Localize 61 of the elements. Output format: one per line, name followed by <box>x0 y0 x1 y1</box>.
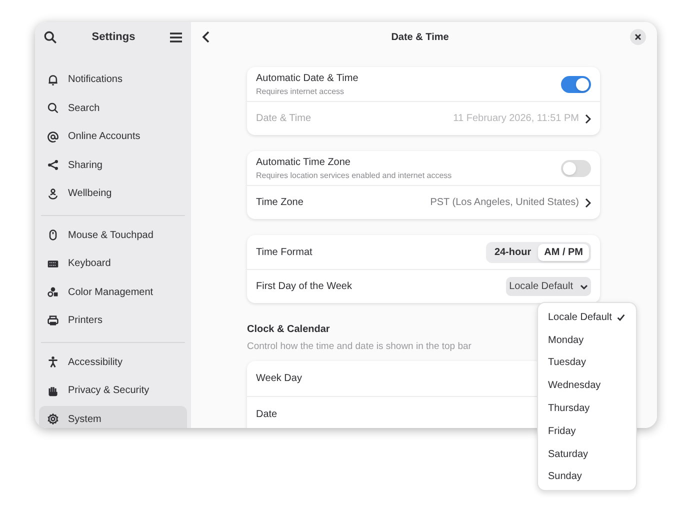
row-value: 11 February 2026, 11:51 PM <box>453 112 579 126</box>
keyboard-icon <box>47 258 59 270</box>
menu-item[interactable]: Wednesday <box>538 374 636 398</box>
menu-icon[interactable] <box>170 32 182 42</box>
dropdown-button[interactable]: Locale Default <box>506 277 591 296</box>
row-label: Date <box>256 408 278 422</box>
row-label: Date & Time <box>256 112 312 126</box>
figure-icon <box>47 188 59 200</box>
toggle-switch[interactable] <box>561 160 591 176</box>
sidebar-item[interactable]: Mouse & Touchpad <box>39 222 187 248</box>
sidebar-item[interactable]: Privacy & Security <box>39 377 187 404</box>
sidebar-item[interactable]: System <box>39 406 187 428</box>
menu-item[interactable]: Friday <box>538 420 636 443</box>
at-sign-icon <box>47 130 59 142</box>
row-label: First Day of the Week <box>256 280 352 294</box>
menu-item[interactable]: Sunday <box>538 466 636 488</box>
menu-item[interactable]: Thursday <box>538 397 636 420</box>
share-icon <box>47 159 59 171</box>
toggle-switch[interactable] <box>561 76 591 92</box>
chevron-right-icon <box>585 198 591 208</box>
search-icon[interactable] <box>44 30 57 44</box>
menu-item[interactable]: Saturday <box>538 442 636 466</box>
page-title: Date & Time <box>391 30 449 44</box>
gear-icon <box>47 413 59 425</box>
menu-item[interactable]: Tuesday <box>538 352 636 374</box>
printer-icon <box>47 314 59 326</box>
sidebar-item[interactable]: Online Accounts <box>39 123 187 150</box>
accessibility-icon <box>47 356 59 368</box>
menu-item[interactable]: Locale Default <box>538 306 636 329</box>
chevron-right-icon <box>585 114 591 124</box>
sidebar-item[interactable]: Search <box>39 94 187 122</box>
section-title: Clock & Calendar <box>247 323 330 337</box>
row-label: Automatic Time Zone <box>256 156 352 170</box>
row-label: Time Zone <box>256 196 304 210</box>
toggle-option[interactable]: AM / PM <box>538 244 589 260</box>
close-button[interactable] <box>630 29 646 45</box>
sidebar-item[interactable]: Accessibility <box>39 348 187 376</box>
sidebar-item[interactable]: Sharing <box>39 152 187 178</box>
mouse-icon <box>47 229 59 241</box>
menu-item[interactable]: Monday <box>538 328 636 352</box>
sidebar-item[interactable]: Color Management <box>39 278 187 306</box>
row-label: Week Day <box>256 372 302 386</box>
search-icon <box>47 102 59 114</box>
bell-icon <box>47 74 59 86</box>
row-subtitle: Requires location services enabled and internet access <box>256 170 452 182</box>
sidebar-item[interactable]: Printers <box>39 307 187 334</box>
chevron-down-icon <box>580 284 588 290</box>
row-subtitle: Requires internet access <box>256 86 346 98</box>
back-icon[interactable] <box>202 31 210 43</box>
section-subtitle: Control how the time and date is shown in the top bar <box>247 340 472 354</box>
hand-icon <box>47 384 59 396</box>
sidebar-item[interactable]: Wellbeing <box>39 180 187 207</box>
row-label: Time Format <box>256 246 312 260</box>
toggle-option[interactable]: 24-hour <box>488 244 538 260</box>
sidebar-title: Settings <box>92 30 136 45</box>
sidebar-item[interactable]: Keyboard <box>39 250 187 277</box>
row-value: PST (Los Angeles, United States) <box>430 196 579 210</box>
sidebar-item[interactable]: Notifications <box>39 66 187 93</box>
shapes-icon <box>47 286 59 298</box>
close-icon <box>635 34 641 40</box>
row-label: Automatic Date & Time <box>256 72 358 86</box>
